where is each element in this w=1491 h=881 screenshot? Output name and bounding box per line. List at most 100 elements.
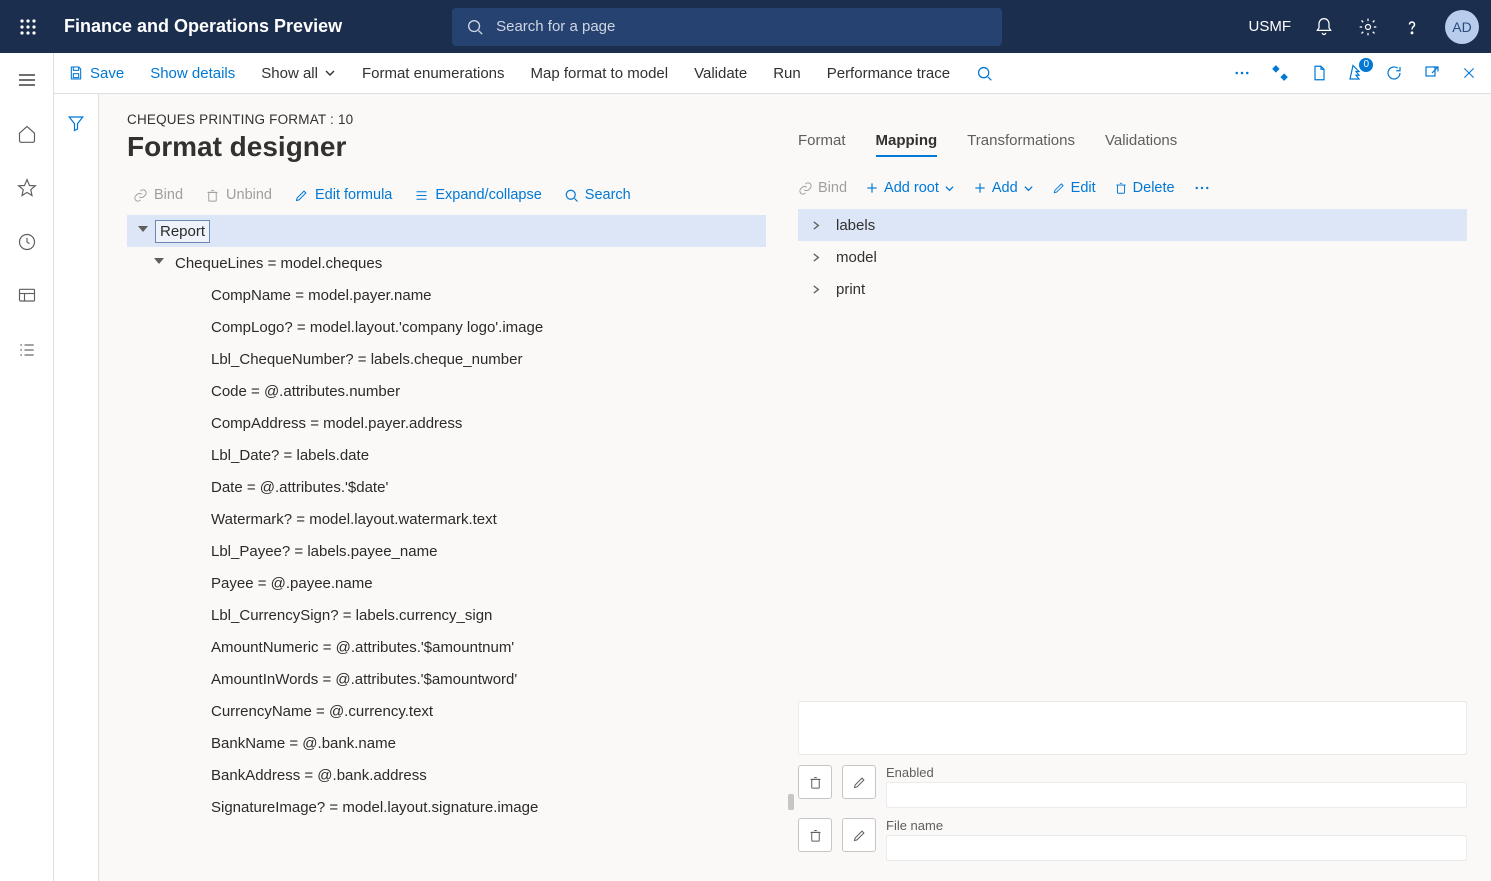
format-tree[interactable]: ReportChequeLines = model.chequesCompNam… [127,215,776,881]
star-icon[interactable] [12,173,42,203]
show-all-dropdown[interactable]: Show all [261,65,336,82]
twisty-icon[interactable] [810,251,822,263]
twisty-icon[interactable] [187,703,203,719]
twisty-icon[interactable] [187,607,203,623]
add-root-dropdown[interactable]: Add root [865,180,955,196]
twisty-icon[interactable] [187,543,203,559]
formula-input[interactable] [798,701,1467,755]
twisty-icon[interactable] [187,575,203,591]
tree-node[interactable]: Lbl_Payee? = labels.payee_name [127,535,766,567]
designer-search-button[interactable]: Search [564,187,631,203]
tree-node[interactable]: CurrencyName = @.currency.text [127,695,766,727]
tree-node[interactable]: Watermark? = model.layout.watermark.text [127,503,766,535]
twisty-icon[interactable] [187,671,203,687]
help-icon[interactable] [1401,16,1423,38]
tree-node[interactable]: BankName = @.bank.name [127,727,766,759]
expand-collapse-button[interactable]: Expand/collapse [414,187,541,203]
notifications-badge[interactable]: 0 [1347,64,1365,82]
mapping-bind-button[interactable]: Bind [798,180,847,196]
show-details-button[interactable]: Show details [150,65,235,82]
tab-validations[interactable]: Validations [1105,132,1177,157]
tree-node[interactable]: CompLogo? = model.layout.'company logo'.… [127,311,766,343]
run-button[interactable]: Run [773,65,801,82]
validate-button[interactable]: Validate [694,65,747,82]
more-icon[interactable] [1233,64,1251,82]
twisty-icon[interactable] [187,639,203,655]
attachments-icon[interactable] [1309,64,1327,82]
twisty-icon[interactable] [187,767,203,783]
mapping-delete-button[interactable]: Delete [1114,180,1175,196]
enabled-edit-icon[interactable] [842,765,876,799]
twisty-icon[interactable] [187,511,203,527]
modules-icon[interactable] [12,335,42,365]
popout-icon[interactable] [1423,64,1441,82]
format-enumerations-button[interactable]: Format enumerations [362,65,505,82]
home-icon[interactable] [12,119,42,149]
twisty-icon[interactable] [187,447,203,463]
tree-node[interactable]: Lbl_ChequeNumber? = labels.cheque_number [127,343,766,375]
twisty-icon[interactable] [187,287,203,303]
gear-icon[interactable] [1357,16,1379,38]
company-code[interactable]: USMF [1249,18,1292,35]
save-button[interactable]: Save [68,65,124,82]
filter-icon[interactable] [67,114,85,881]
map-format-to-model-button[interactable]: Map format to model [531,65,669,82]
tree-node[interactable]: CompName = model.payer.name [127,279,766,311]
unbind-button[interactable]: Unbind [205,187,272,203]
twisty-icon[interactable] [187,799,203,815]
tab-mapping[interactable]: Mapping [876,132,938,157]
twisty-icon[interactable] [187,351,203,367]
workspace-icon[interactable] [12,281,42,311]
tab-transformations[interactable]: Transformations [967,132,1075,157]
tree-node[interactable]: ChequeLines = model.cheques [127,247,766,279]
avatar[interactable]: AD [1445,10,1479,44]
mapping-node[interactable]: model [798,241,1467,273]
tree-node[interactable]: Date = @.attributes.'$date' [127,471,766,503]
tree-node[interactable]: SignatureImage? = model.layout.signature… [127,791,766,823]
cmdbar-search-icon[interactable] [976,65,993,82]
waffle-icon[interactable] [12,18,44,36]
twisty-icon[interactable] [187,383,203,399]
edit-formula-button[interactable]: Edit formula [294,187,392,203]
mapping-tree[interactable]: labelsmodelprint [798,209,1467,691]
tree-node[interactable]: Code = @.attributes.number [127,375,766,407]
twisty-icon[interactable] [187,479,203,495]
add-dropdown[interactable]: Add [973,180,1034,196]
tree-node[interactable]: Report [127,215,766,247]
twisty-icon[interactable] [810,219,822,231]
tree-node[interactable]: CompAddress = model.payer.address [127,407,766,439]
tree-node[interactable]: BankAddress = @.bank.address [127,759,766,791]
tree-node[interactable]: Lbl_Date? = labels.date [127,439,766,471]
hamburger-icon[interactable] [12,65,42,95]
mapping-more-icon[interactable] [1193,179,1211,197]
tree-node[interactable]: AmountNumeric = @.attributes.'$amountnum… [127,631,766,663]
twisty-icon[interactable] [810,283,822,295]
tree-node[interactable]: AmountInWords = @.attributes.'$amountwor… [127,663,766,695]
mapping-node[interactable]: labels [798,209,1467,241]
refresh-icon[interactable] [1385,64,1403,82]
mapping-node[interactable]: print [798,273,1467,305]
twisty-icon[interactable] [151,255,167,271]
enabled-delete-icon[interactable] [798,765,832,799]
enabled-input[interactable] [886,782,1467,808]
clock-icon[interactable] [12,227,42,257]
twisty-icon[interactable] [135,223,151,239]
twisty-icon[interactable] [187,319,203,335]
close-icon[interactable] [1461,65,1477,81]
tree-node[interactable]: Payee = @.payee.name [127,567,766,599]
filename-delete-icon[interactable] [798,818,832,852]
bind-button[interactable]: Bind [133,187,183,203]
bell-icon[interactable] [1313,16,1335,38]
search-input[interactable] [496,18,988,35]
filename-edit-icon[interactable] [842,818,876,852]
performance-trace-button[interactable]: Performance trace [827,65,950,82]
tab-format[interactable]: Format [798,132,846,157]
filename-input[interactable] [886,835,1467,861]
twisty-icon[interactable] [187,735,203,751]
tree-node[interactable]: Lbl_CurrencySign? = labels.currency_sign [127,599,766,631]
global-search[interactable] [452,8,1002,46]
splitter[interactable] [784,94,798,881]
twisty-icon[interactable] [187,415,203,431]
app-switch-icon[interactable] [1271,64,1289,82]
mapping-edit-button[interactable]: Edit [1052,180,1096,196]
